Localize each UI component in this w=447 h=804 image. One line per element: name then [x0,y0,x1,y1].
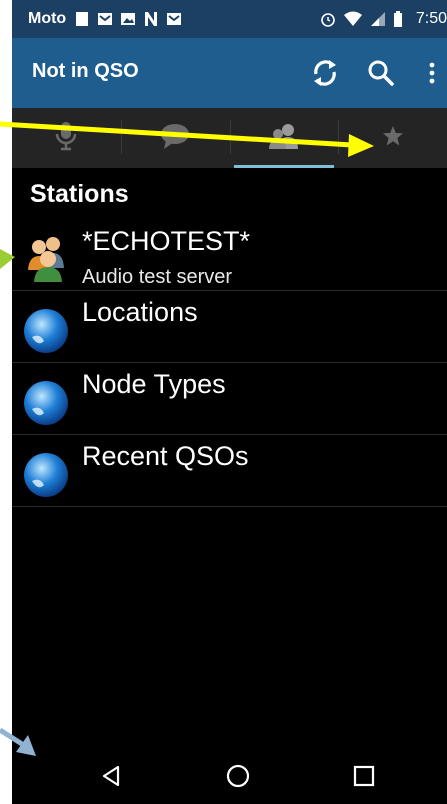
tab-chat[interactable] [120,108,230,168]
phone-screen: Moto 7:50 Not in QSO Stations *ECHOTEST*… [12,0,447,804]
tab-bar [12,108,447,168]
recents-icon[interactable] [348,760,380,792]
search-icon[interactable] [364,56,398,90]
carrier-label: Moto [28,10,67,27]
tab-stations[interactable] [229,108,339,168]
refresh-icon[interactable] [308,56,342,90]
list-item[interactable]: *ECHOTEST* Audio test server [12,220,447,291]
photos-icon [120,11,136,27]
globe-icon [22,307,70,355]
status-bar: Moto 7:50 [12,0,447,38]
globe-icon [22,379,70,427]
list-item-subtitle: Audio test server [82,266,233,288]
microphone-icon [53,121,79,156]
signal-icon [370,11,386,27]
list-item[interactable]: Recent QSOs [12,435,447,507]
list-item[interactable]: Node Types [12,363,447,435]
list-item-title: *ECHOTEST* [82,226,251,256]
tab-favorites[interactable] [338,108,447,168]
list-item-title: Locations [82,297,198,327]
home-icon[interactable] [222,760,254,792]
alarm-icon [320,11,336,27]
nav-bar [12,746,447,804]
station-list: *ECHOTEST* Audio test server Locations N… [12,220,447,507]
gmail-icon [97,11,113,27]
n-icon [143,11,159,27]
gmail-icon [166,11,182,27]
battery-icon [393,11,403,27]
star-icon [382,125,404,152]
action-bar: Not in QSO [12,38,447,108]
status-bar-right: 7:50 [320,0,447,38]
people-icon [268,122,300,155]
chat-bubble-icon [160,122,190,155]
wifi-icon [343,11,363,27]
globe-icon [22,451,70,499]
list-item-title: Node Types [82,369,226,399]
notification-square-icon [74,11,90,27]
people-group-icon [22,234,70,282]
clock: 7:50 [415,10,447,27]
list-item-title: Recent QSOs [82,441,249,471]
tab-microphone[interactable] [12,108,121,168]
list-item[interactable]: Locations [12,291,447,363]
section-header: Stations [30,180,129,208]
back-icon[interactable] [96,760,128,792]
page-title: Not in QSO [32,60,139,82]
overflow-menu-icon[interactable] [422,56,442,90]
